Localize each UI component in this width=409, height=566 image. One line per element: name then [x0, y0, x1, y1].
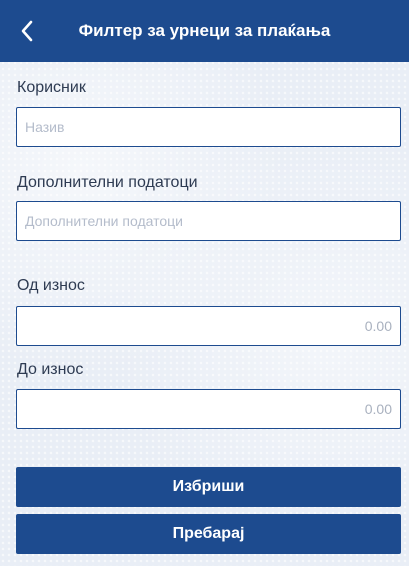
clear-button[interactable]: Избриши — [16, 467, 401, 507]
chevron-left-icon — [21, 20, 33, 42]
page-title: Филтер за урнеци за плаќања — [78, 21, 331, 40]
top-app-bar: Филтер за урнеци за плаќања — [0, 0, 409, 62]
amount-to-label: До износ — [17, 361, 84, 378]
additional-data-label: Дополнителни податоци — [17, 174, 198, 191]
user-label: Корисник — [17, 79, 86, 96]
back-button[interactable] — [12, 16, 42, 46]
additional-data-input[interactable] — [16, 201, 401, 241]
amount-to-input[interactable] — [16, 389, 401, 429]
amount-from-input[interactable] — [16, 306, 401, 346]
amount-from-label: Од износ — [17, 277, 85, 294]
search-button[interactable]: Пребарај — [16, 514, 401, 554]
user-name-input[interactable] — [16, 107, 401, 147]
